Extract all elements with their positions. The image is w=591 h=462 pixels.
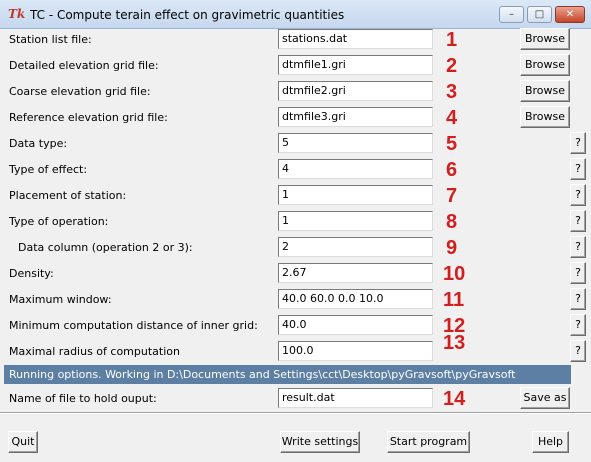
- marker-number: 13: [443, 332, 466, 354]
- min-distance-input[interactable]: 40.0: [278, 315, 433, 335]
- data-column-input[interactable]: 2: [278, 237, 433, 257]
- marker-number: 3: [446, 81, 458, 103]
- reference-grid-input[interactable]: dtmfile3.gri: [278, 107, 433, 127]
- field-label: Station list file:: [9, 33, 92, 46]
- field-label: Data column (operation 2 or 3):: [18, 241, 193, 254]
- marker-number: 4: [446, 107, 458, 129]
- field-row-maximum-window: Maximum window: 40.0 60.0 0.0 10.0 11 ?: [0, 287, 591, 313]
- marker-number: 6: [446, 159, 458, 181]
- effect-type-input[interactable]: 4: [278, 159, 433, 179]
- minimize-button[interactable]: –: [499, 6, 524, 23]
- field-label: Placement of station:: [9, 189, 127, 202]
- field-row-data-column: Data column (operation 2 or 3): 2 9 ?: [0, 235, 591, 261]
- field-label: Type of effect:: [9, 163, 88, 176]
- field-row-density: Density: 2.67 10 ?: [0, 261, 591, 287]
- close-button[interactable]: ✕: [555, 6, 585, 23]
- marker-number: 2: [446, 55, 458, 77]
- save-as-button[interactable]: Save as: [520, 387, 570, 409]
- field-row-effect-type: Type of effect: 4 6 ?: [0, 157, 591, 183]
- operation-type-input[interactable]: 1: [278, 211, 433, 231]
- running-options-banner: Running options. Working in D:\Documents…: [4, 365, 571, 384]
- field-label: Type of operation:: [9, 215, 109, 228]
- coarse-grid-input[interactable]: dtmfile2.gri: [278, 81, 433, 101]
- help-button[interactable]: Help: [532, 431, 569, 453]
- field-label: Detailed elevation grid file:: [9, 59, 159, 72]
- help-question-button[interactable]: ?: [570, 236, 586, 258]
- browse-button[interactable]: Browse: [520, 106, 570, 128]
- field-row-min-distance: Minimum computation distance of inner gr…: [0, 313, 591, 339]
- footer-divider: [0, 412, 591, 414]
- density-input[interactable]: 2.67: [278, 263, 433, 283]
- maximize-icon: □: [534, 8, 545, 20]
- output-file-input[interactable]: result.dat: [278, 388, 433, 408]
- close-icon: ✕: [565, 8, 575, 20]
- marker-number: 11: [443, 289, 465, 311]
- help-question-button[interactable]: ?: [570, 132, 586, 154]
- help-question-button[interactable]: ?: [570, 210, 586, 232]
- marker-number: 1: [446, 29, 458, 51]
- marker-number: 7: [446, 185, 458, 207]
- marker-number: 8: [446, 211, 458, 233]
- field-label: Name of file to hold ouput:: [9, 392, 157, 405]
- browse-button[interactable]: Browse: [520, 80, 570, 102]
- browse-button[interactable]: Browse: [520, 54, 570, 76]
- field-label: Data type:: [9, 137, 68, 150]
- maximize-button[interactable]: □: [527, 6, 552, 23]
- quit-button[interactable]: Quit: [8, 431, 38, 453]
- maximum-window-input[interactable]: 40.0 60.0 0.0 10.0: [278, 289, 433, 309]
- field-label: Maximal radius of computation: [9, 345, 180, 358]
- field-row-station-list: Station list file: stations.dat 1 Browse: [0, 27, 591, 53]
- field-row-coarse-grid: Coarse elevation grid file: dtmfile2.gri…: [0, 79, 591, 105]
- help-question-button[interactable]: ?: [570, 340, 586, 362]
- browse-button[interactable]: Browse: [520, 28, 570, 50]
- write-settings-button[interactable]: Write settings: [280, 431, 360, 453]
- data-type-input[interactable]: 5: [278, 133, 433, 153]
- field-label: Coarse elevation grid file:: [9, 85, 151, 98]
- tk-feather-icon: Tk: [8, 7, 26, 21]
- title-bar: Tk TC - Compute terain effect on gravime…: [0, 0, 591, 29]
- field-row-output-file: Name of file to hold ouput: result.dat 1…: [0, 386, 591, 412]
- field-label: Reference elevation grid file:: [9, 111, 168, 124]
- field-row-operation-type: Type of operation: 1 8 ?: [0, 209, 591, 235]
- field-row-reference-grid: Reference elevation grid file: dtmfile3.…: [0, 105, 591, 131]
- station-list-input[interactable]: stations.dat: [278, 29, 433, 49]
- minimize-icon: –: [509, 8, 514, 20]
- help-question-button[interactable]: ?: [570, 288, 586, 310]
- help-question-button[interactable]: ?: [570, 262, 586, 284]
- marker-number: 9: [446, 237, 458, 259]
- field-label: Density:: [9, 267, 54, 280]
- marker-number: 10: [443, 263, 466, 285]
- help-question-button[interactable]: ?: [570, 184, 586, 206]
- max-radius-input[interactable]: 100.0: [278, 341, 433, 361]
- help-question-button[interactable]: ?: [570, 158, 586, 180]
- field-row-data-type: Data type: 5 5 ?: [0, 131, 591, 157]
- start-program-button[interactable]: Start program: [387, 431, 470, 453]
- field-label: Maximum window:: [9, 293, 112, 306]
- field-row-detailed-grid: Detailed elevation grid file: dtmfile1.g…: [0, 53, 591, 79]
- field-row-station-placement: Placement of station: 1 7 ?: [0, 183, 591, 209]
- marker-number: 14: [443, 388, 466, 410]
- station-placement-input[interactable]: 1: [278, 185, 433, 205]
- detailed-grid-input[interactable]: dtmfile1.gri: [278, 55, 433, 75]
- field-label: Minimum computation distance of inner gr…: [9, 319, 258, 332]
- field-row-max-radius: Maximal radius of computation 100.0 13 ?: [0, 332, 591, 365]
- window-title: TC - Compute terain effect on gravimetri…: [30, 8, 345, 22]
- marker-number: 5: [446, 133, 458, 155]
- help-question-button[interactable]: ?: [570, 314, 586, 336]
